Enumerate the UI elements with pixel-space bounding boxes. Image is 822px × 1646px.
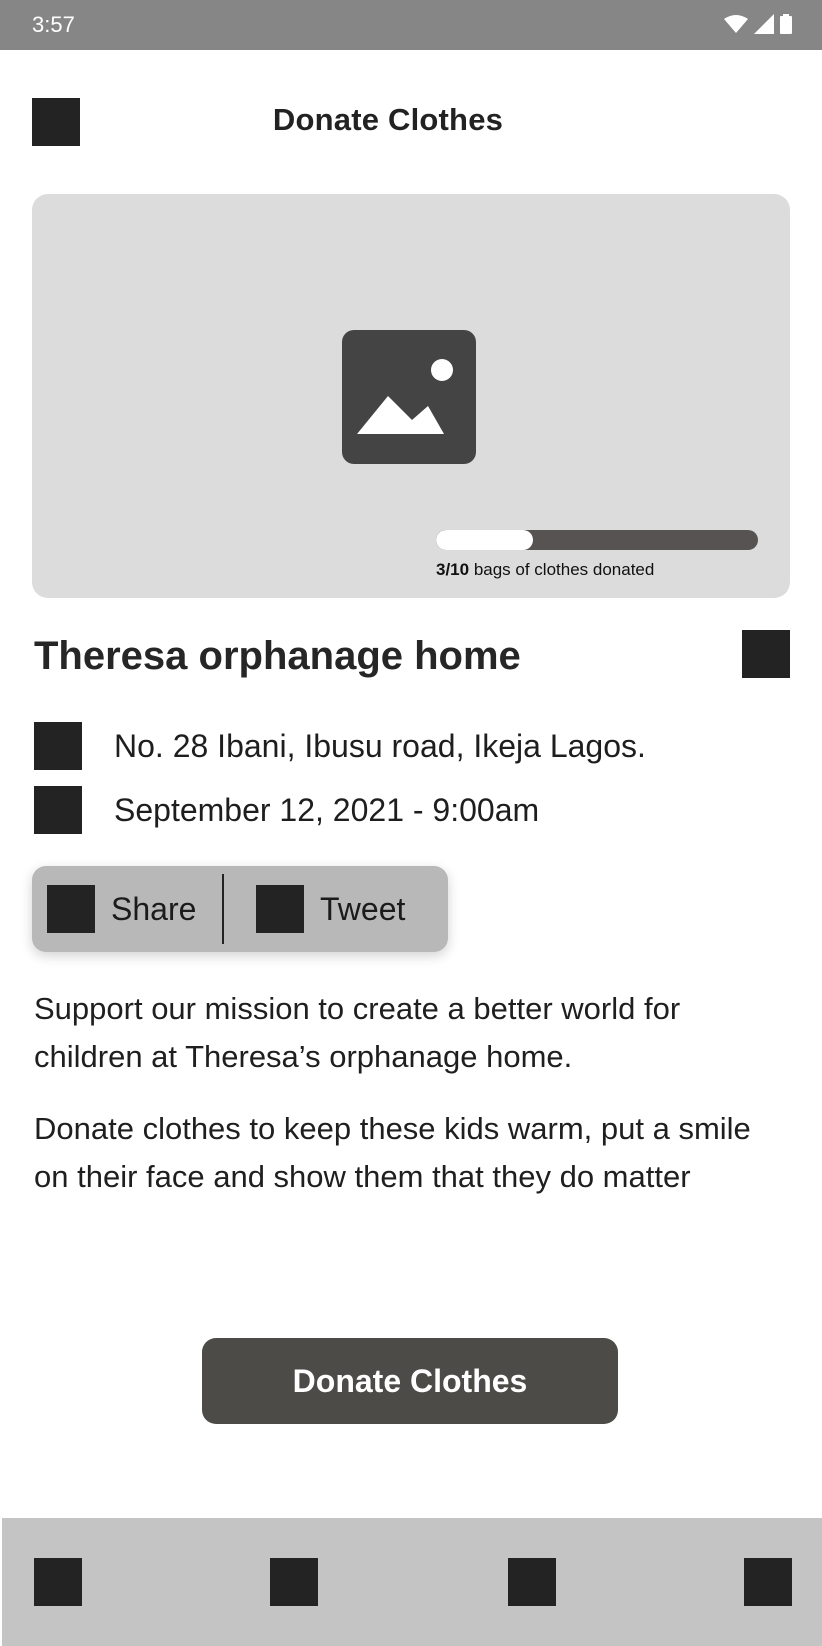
tweet-label: Tweet (320, 890, 406, 927)
signal-icon (754, 14, 774, 34)
date-text: September 12, 2021 - 9:00am (114, 791, 540, 828)
progress-label: 3/10 bags of clothes donated (436, 560, 654, 580)
description-paragraph: Donate clothes to keep these kids warm, … (34, 1111, 751, 1194)
status-icons (724, 14, 792, 34)
image-placeholder-icon (342, 330, 476, 464)
bookmark-icon[interactable] (742, 630, 790, 678)
calendar-icon (34, 786, 82, 834)
tweet-button[interactable]: Tweet (224, 866, 405, 952)
share-icon (47, 885, 95, 933)
status-time: 3:57 (32, 12, 75, 37)
nav-profile-icon[interactable] (744, 1558, 792, 1606)
address-row: No. 28 Ibani, Ibusu road, Ikeja Lagos. (34, 722, 646, 770)
share-bar: Share Tweet (32, 866, 448, 952)
nav-home-icon[interactable] (34, 1558, 82, 1606)
organization-name: Theresa orphanage home (34, 634, 521, 678)
wifi-icon (724, 15, 748, 33)
nav-saved-icon[interactable] (508, 1558, 556, 1606)
description-paragraph: Support our mission to create a better w… (34, 991, 681, 1074)
progress-label-text: bags of clothes donated (469, 560, 655, 579)
donation-progress-fill (436, 530, 533, 550)
hero-image-card: 3/10 bags of clothes donated (32, 194, 790, 598)
address-text: No. 28 Ibani, Ibusu road, Ikeja Lagos. (114, 727, 646, 764)
location-icon (34, 722, 82, 770)
status-bar: 3:57 (0, 0, 822, 50)
donation-progress-bar (436, 530, 758, 550)
date-row: September 12, 2021 - 9:00am (34, 786, 539, 834)
donate-clothes-button[interactable]: Donate Clothes (202, 1338, 618, 1424)
battery-icon (780, 14, 792, 34)
bottom-nav (2, 1518, 822, 1646)
nav-explore-icon[interactable] (270, 1558, 318, 1606)
share-label: Share (111, 890, 197, 927)
twitter-icon (256, 885, 304, 933)
page-title: Donate Clothes (272, 102, 504, 137)
share-button[interactable]: Share (32, 866, 222, 952)
progress-count: 3/10 (436, 560, 470, 579)
